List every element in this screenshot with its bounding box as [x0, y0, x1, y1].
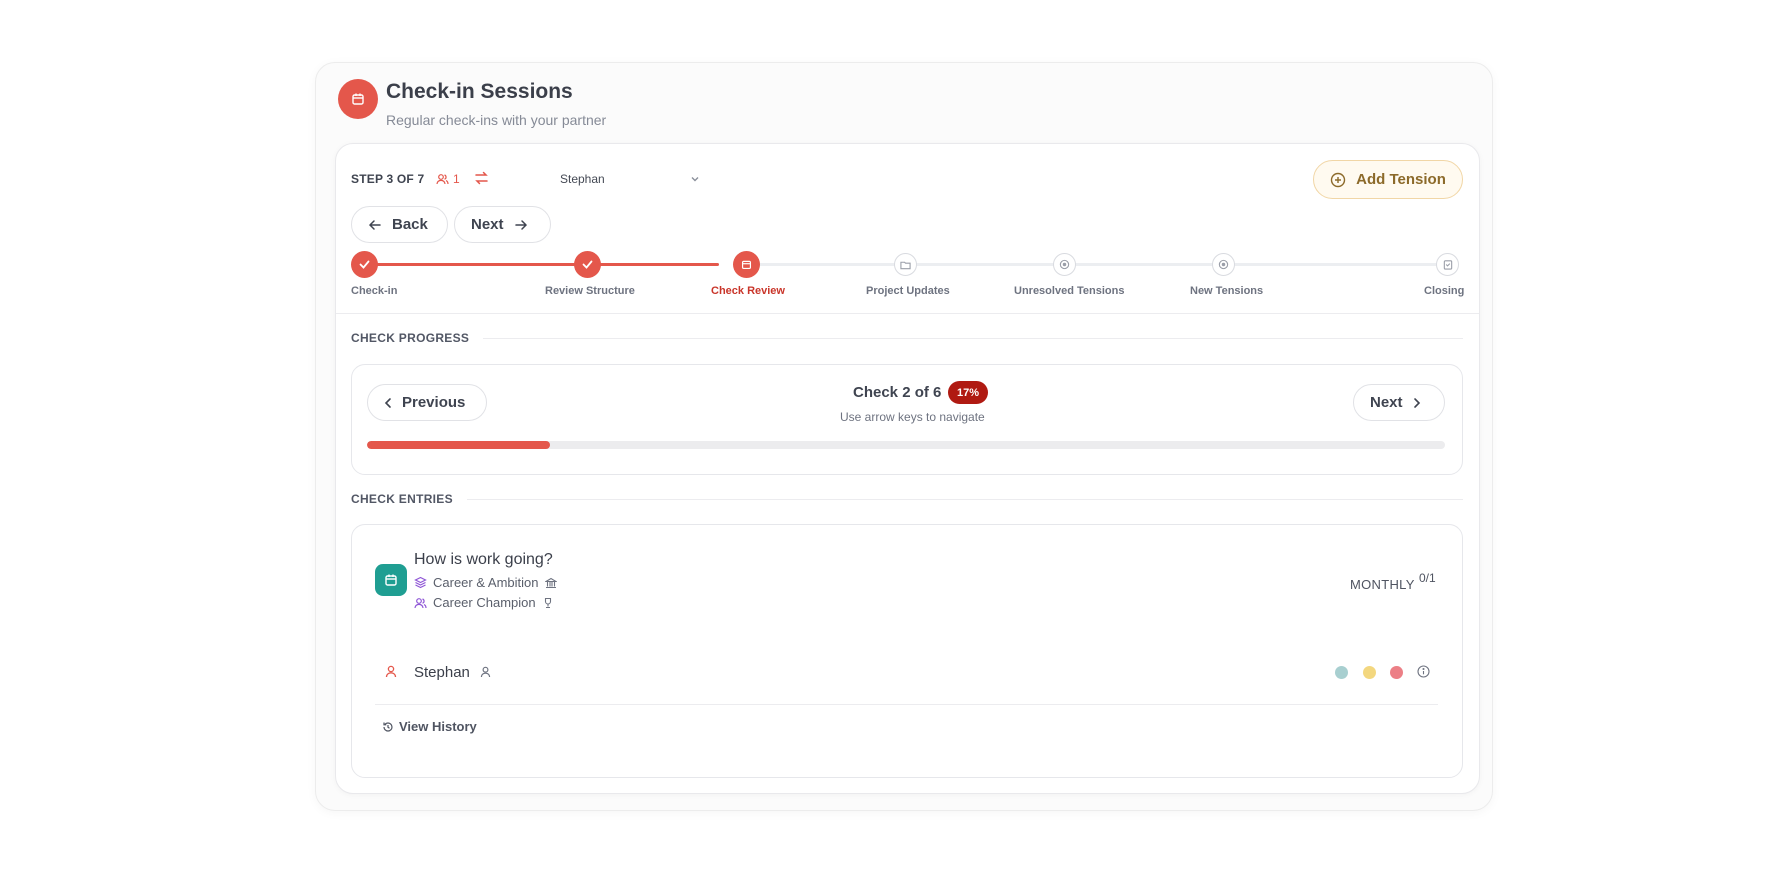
progress-percent-badge: 17%: [948, 381, 988, 404]
status-dot-yellow[interactable]: [1363, 666, 1376, 679]
life-area-tag: Career & Ambition: [414, 575, 557, 590]
history-icon: [383, 721, 393, 732]
partner-select-value: Stephan: [560, 172, 605, 186]
step-label-closing: Closing: [1424, 285, 1465, 297]
previous-check-label: Previous: [402, 394, 466, 411]
divider: [375, 704, 1438, 705]
users-icon: [436, 172, 449, 190]
calendar-icon: [741, 260, 752, 270]
users-icon: [414, 597, 427, 608]
status-dot-red[interactable]: [1390, 666, 1403, 679]
navigation-hint: Use arrow keys to navigate: [840, 410, 985, 424]
page-subtitle: Regular check-ins with your partner: [386, 112, 607, 128]
chevron-left-icon: [384, 397, 391, 408]
next-check-label: Next: [1370, 394, 1403, 411]
step-label-unresolved-tensions: Unresolved Tensions: [1014, 285, 1125, 297]
role-label: Career Champion: [433, 595, 536, 610]
folder-icon: [900, 261, 911, 269]
step-label-new-tensions: New Tensions: [1190, 285, 1264, 297]
view-history-button[interactable]: View History: [382, 719, 477, 734]
check-progress-heading: CHECK PROGRESS: [351, 331, 470, 345]
previous-check-button[interactable]: Previous: [367, 384, 487, 421]
view-history-label: View History: [399, 719, 477, 734]
target-icon: [1218, 259, 1229, 270]
person-name: Stephan: [414, 664, 470, 681]
arrow-right-icon: [514, 219, 527, 230]
next-check-button[interactable]: Next: [1353, 384, 1445, 421]
participant-count: 1: [453, 172, 460, 186]
layers-icon: [414, 576, 427, 589]
back-button[interactable]: Back: [351, 206, 448, 243]
arrow-left-icon: [368, 219, 381, 230]
user-icon: [385, 665, 397, 683]
info-icon[interactable]: [1417, 665, 1430, 683]
calendar-icon: [375, 564, 407, 596]
divider: [483, 338, 1463, 339]
next-step-button-label: Next: [471, 216, 504, 233]
step-node-closing[interactable]: [1436, 253, 1459, 276]
stepper-progress-pending: [759, 263, 1449, 266]
bank-icon: [544, 577, 557, 588]
life-area-label: Career & Ambition: [433, 575, 539, 590]
status-dot-teal[interactable]: [1335, 666, 1348, 679]
step-node-review-structure[interactable]: [574, 251, 601, 278]
add-tension-label: Add Tension: [1356, 171, 1446, 188]
plus-circle-icon: [1330, 172, 1346, 187]
back-button-label: Back: [392, 216, 428, 233]
check-icon: [359, 260, 370, 269]
trophy-icon: [544, 597, 551, 608]
check-counter: Check 2 of 6: [853, 384, 942, 401]
check-entries-heading: CHECK ENTRIES: [351, 492, 453, 506]
divider: [467, 499, 1463, 500]
calendar-icon: [338, 79, 378, 119]
clipboard-icon: [1443, 260, 1452, 270]
step-node-check-in[interactable]: [351, 251, 378, 278]
target-icon: [1059, 259, 1070, 270]
role-tag: Career Champion: [414, 595, 554, 610]
check-progress-fill: [367, 441, 551, 449]
partner-select[interactable]: Stephan: [560, 172, 700, 186]
step-node-unresolved-tensions[interactable]: [1053, 253, 1076, 276]
next-step-button[interactable]: Next: [454, 206, 551, 243]
step-label-project-updates: Project Updates: [866, 285, 950, 297]
page-title: Check-in Sessions: [386, 80, 573, 103]
divider: [336, 313, 1479, 314]
step-node-check-review[interactable]: [733, 251, 760, 278]
step-label-check-in: Check-in: [351, 285, 398, 297]
stepper-progress-done: [364, 263, 719, 266]
step-label-review-structure: Review Structure: [545, 285, 635, 297]
swap-icon[interactable]: [474, 171, 489, 190]
add-tension-button[interactable]: Add Tension: [1313, 160, 1463, 199]
chevron-down-icon: [691, 177, 699, 182]
completion-ratio: 0/1: [1419, 571, 1436, 585]
frequency-label: MONTHLY: [1350, 577, 1415, 592]
chevron-right-icon: [1413, 397, 1420, 408]
user-icon: [480, 665, 491, 683]
check-icon: [582, 260, 593, 269]
check-progress-bar: [367, 441, 1445, 449]
check-question: How is work going?: [414, 551, 553, 568]
step-label-check-review: Check Review: [711, 285, 785, 297]
step-node-project-updates[interactable]: [894, 253, 917, 276]
step-node-new-tensions[interactable]: [1212, 253, 1235, 276]
step-indicator: STEP 3 OF 7: [351, 172, 425, 186]
